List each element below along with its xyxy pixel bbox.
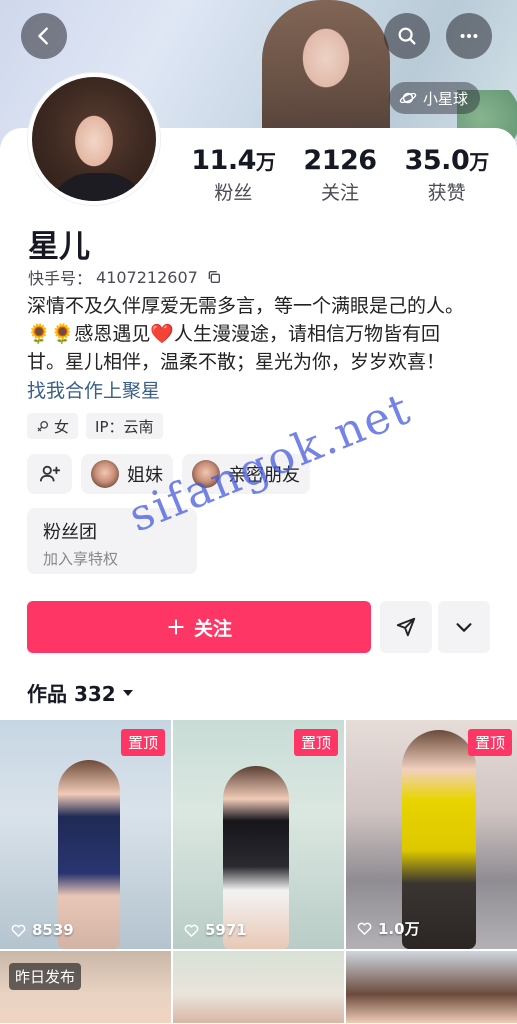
back-button[interactable] xyxy=(21,13,67,59)
pinned-badge: 置顶 xyxy=(467,729,512,756)
work-tile[interactable]: 置顶 8539 xyxy=(0,720,171,949)
ip-tag: IP：云南 xyxy=(86,413,163,439)
cooperation-link[interactable]: 找我合作上聚星 xyxy=(27,376,160,403)
pinned-badge: 置顶 xyxy=(120,729,165,756)
fan-club-subtitle: 加入享特权 xyxy=(43,550,119,568)
profile-name: 星儿 xyxy=(28,229,90,265)
stat-fans-value: 11.4 xyxy=(191,145,256,176)
caret-down-icon xyxy=(122,689,133,696)
heart-icon xyxy=(184,924,199,937)
message-button[interactable] xyxy=(380,601,432,653)
works-grid: 置顶 8539 置顶 5971 置顶 1.0万 昨日发布 xyxy=(0,720,517,1023)
work-tile[interactable] xyxy=(173,951,344,1023)
kuaishou-id-value: 4107212607 xyxy=(96,267,198,287)
gender-tag: 女 xyxy=(27,413,79,439)
stat-fans-label: 粉丝 xyxy=(214,182,253,204)
tab-works[interactable]: 作品 332 xyxy=(27,678,134,707)
planet-label: 小星球 xyxy=(423,89,469,108)
bio-line-3: 甘。星儿相伴，温柔不散；星光为你，岁岁欢喜！ xyxy=(27,351,446,373)
copy-icon[interactable] xyxy=(206,269,222,285)
posted-yesterday-badge: 昨日发布 xyxy=(9,963,82,990)
pinned-badge: 置顶 xyxy=(293,729,338,756)
stat-fans[interactable]: 11.4万 粉丝 xyxy=(180,145,287,205)
more-dots-icon xyxy=(460,33,478,39)
stat-likes-label: 获赞 xyxy=(427,182,466,204)
plus-icon xyxy=(168,619,184,635)
search-icon xyxy=(398,27,416,45)
stat-likes-unit: 万 xyxy=(469,150,489,174)
like-count: 1.0万 xyxy=(356,918,420,939)
follow-label: 关注 xyxy=(193,617,232,640)
heart-icon xyxy=(357,922,372,935)
stat-likes[interactable]: 35.0万 获赞 xyxy=(393,145,500,205)
like-count: 8539 xyxy=(10,921,74,939)
stats-row: 11.4万 粉丝 2126 关注 35.0万 获赞 xyxy=(180,145,500,205)
gender-label: 女 xyxy=(54,417,70,436)
bio-line-2: 🌻🌻感恩遇见❤️人生漫漫途，请相信万物皆有回 xyxy=(27,323,440,345)
stat-following[interactable]: 2126 关注 xyxy=(287,145,394,205)
planet-icon xyxy=(399,92,417,104)
chevron-down-icon xyxy=(456,623,472,632)
work-tile[interactable] xyxy=(346,951,517,1023)
ip-label: IP：云南 xyxy=(95,417,154,436)
stat-following-value: 2126 xyxy=(303,145,377,176)
like-count: 5971 xyxy=(183,921,247,939)
bio-line-1: 深情不及久伴厚爱无需多言，等一个满眼是己的人。 xyxy=(27,295,465,317)
avatar[interactable] xyxy=(28,73,160,205)
work-thumbnail xyxy=(173,951,344,1023)
work-tile[interactable]: 置顶 1.0万 xyxy=(346,720,517,949)
send-icon xyxy=(396,617,416,637)
back-arrow-icon xyxy=(38,27,48,45)
stat-fans-unit: 万 xyxy=(255,150,276,174)
works-label: 作品 332 xyxy=(27,682,116,706)
kuaishou-id-label: 快手号： xyxy=(28,269,93,288)
stat-following-label: 关注 xyxy=(321,182,360,204)
female-icon xyxy=(37,420,49,432)
work-thumbnail xyxy=(346,951,517,1023)
more-actions-button[interactable] xyxy=(438,601,490,653)
follow-button[interactable]: 关注 xyxy=(27,601,371,653)
add-friend-button[interactable] xyxy=(27,454,72,494)
planet-button[interactable]: 小星球 xyxy=(389,82,481,114)
heart-icon xyxy=(11,924,26,937)
search-button[interactable] xyxy=(384,13,430,59)
stat-likes-value: 35.0 xyxy=(404,145,470,176)
work-tile[interactable]: 置顶 5971 xyxy=(173,720,344,949)
work-tile[interactable]: 昨日发布 xyxy=(0,951,171,1023)
add-user-icon xyxy=(39,465,60,482)
kuaishou-id-row: 快手号： 4107212607 xyxy=(28,265,222,289)
profile-tags: 女 IP：云南 xyxy=(27,413,163,439)
sister-avatar xyxy=(91,460,119,488)
more-button[interactable] xyxy=(446,13,492,59)
bio: 深情不及久伴厚爱无需多言，等一个满眼是己的人。 🌻🌻感恩遇见❤️人生漫漫途，请相… xyxy=(27,292,497,376)
